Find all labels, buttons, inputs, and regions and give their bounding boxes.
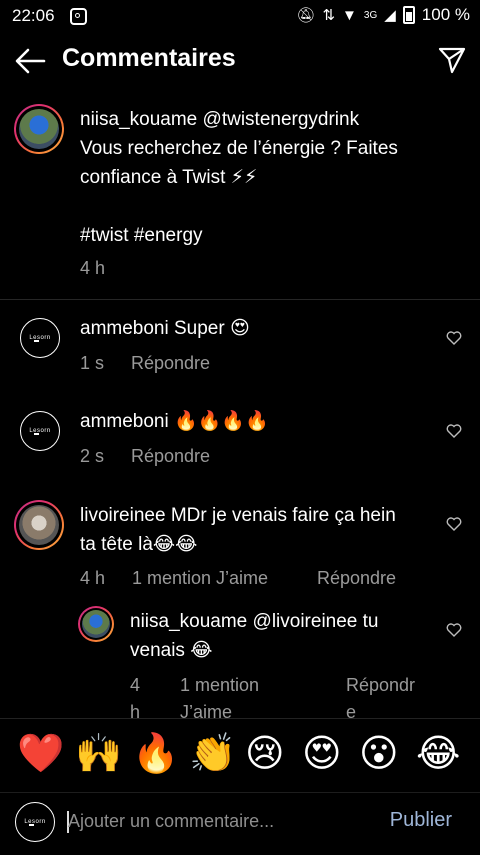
comment-text: Super 😍 [174,318,250,339]
status-icons: 🔕︎ ⇅ ▼ 3G ◢ 100 % [296,5,470,25]
comment-time: 1 s [80,353,105,373]
battery-level: 100 % [421,5,470,24]
like-heart-icon[interactable] [446,330,462,346]
emoji-button[interactable]: ❤️ [17,733,64,775]
like-heart-icon[interactable] [446,423,462,439]
battery-icon [402,6,415,24]
avatar[interactable]: Lesorn [20,318,60,358]
instagram-notification-icon [70,8,87,25]
comment-text: MDr je venais faire ça hein [170,505,396,526]
post-time: 4 h [80,258,106,278]
comments-header: Commentaires [0,32,480,88]
emoji-button[interactable]: 😍 [302,733,342,775]
emoji-button[interactable]: 😂 [416,733,460,775]
emoji-button[interactable]: 😮 [359,733,399,775]
comment-text: 🔥🔥🔥🔥 [174,411,269,432]
reply-button[interactable]: Répondre [131,349,210,378]
post-username[interactable]: niisa_kouame [80,109,197,130]
status-time: 22:06 [12,6,55,25]
post-text-line2: confiance à Twist ⚡⚡ [80,167,258,188]
like-heart-icon[interactable] [446,516,462,532]
reply-username[interactable]: niisa_kouame [130,611,247,632]
status-bar: 22:06 🔕︎ ⇅ ▼ 3G ◢ 100 % [0,0,480,32]
network-label: 3G [363,9,378,21]
wifi-icon: ▼ [342,6,357,24]
divider [0,299,480,300]
avatar[interactable]: Lesorn [20,411,60,451]
comment-text: ta tête là😂😂 [80,534,198,555]
avatar[interactable] [14,500,64,550]
send-icon[interactable] [438,46,466,74]
avatar[interactable] [78,606,114,642]
vibrate-icon: ⇅ [322,7,336,24]
comment-username[interactable]: ammeboni [80,318,169,339]
page-title: Commentaires [62,44,236,72]
comment-time: 4 h [80,568,106,588]
publish-button[interactable]: Publier [390,809,452,832]
emoji-quick-bar: ❤️ 🙌 🔥 👏 😢 😍 😮 😂 [0,718,480,793]
comment-composer: Lesorn Ajouter un commentaire... Publier [0,792,480,855]
post-hashtags[interactable]: #twist #energy [80,221,203,250]
avatar: Lesorn [15,802,55,842]
back-arrow-icon[interactable] [14,46,46,76]
emoji-button[interactable]: 👏 [189,733,236,775]
reply-text: venais 😂 [130,640,213,661]
likes-count[interactable]: 1 mention J’aime [132,564,268,593]
reply-button[interactable]: Répondre [317,564,396,593]
mute-icon: 🔕︎ [296,7,316,24]
avatar[interactable] [14,104,64,154]
signal-icon: ◢ [384,7,396,24]
comment-time: 2 s [80,446,105,466]
emoji-button[interactable]: 🙌 [75,733,122,775]
post-mention[interactable]: @twistenergydrink [203,109,360,130]
reply-button[interactable]: Répondre [131,442,210,471]
comment-input[interactable]: Ajouter un commentaire... [68,811,274,832]
comment-username[interactable]: livoireinee [80,505,166,526]
emoji-button[interactable]: 😢 [245,733,285,775]
comment-username[interactable]: ammeboni [80,411,169,432]
emoji-button[interactable]: 🔥 [132,733,179,775]
reply-text: @livoireinee tu [252,611,379,632]
like-heart-icon[interactable] [446,622,462,638]
post-text-line1: Vous recherchez de l’énergie ? Faites [80,138,398,159]
